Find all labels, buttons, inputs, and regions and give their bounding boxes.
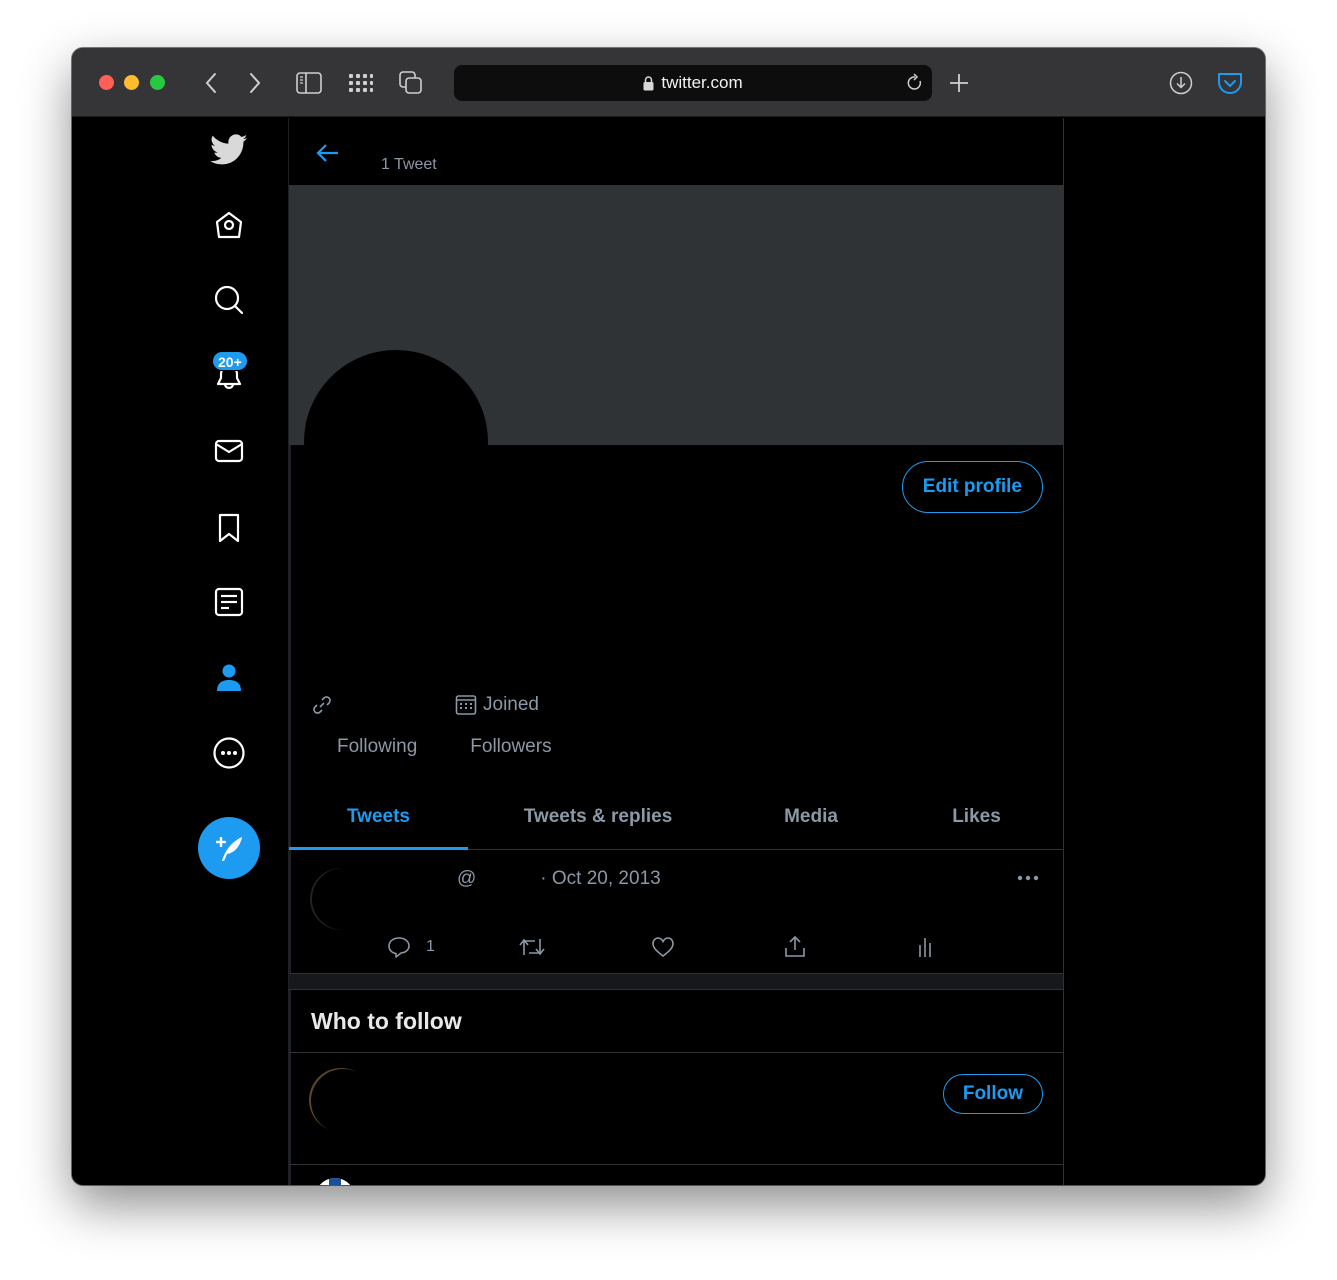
sidebar-item-lists[interactable] [207,580,251,624]
close-window-button[interactable] [99,75,114,90]
mail-icon [214,439,244,463]
sidebar-item-profile[interactable] [207,656,251,700]
heart-icon [652,937,674,958]
calendar-icon [455,695,477,715]
list-icon [214,587,244,617]
followers-link[interactable]: Followers [470,736,551,758]
sidebar-item-explore[interactable] [207,278,251,322]
retweet-button[interactable] [519,932,545,962]
browser-toolbar: twitter.com [72,48,1265,117]
analytics-button[interactable] [915,932,935,962]
minimize-window-button[interactable] [124,75,139,90]
chevron-right-icon [250,73,261,93]
tab-overview-button[interactable] [346,68,376,98]
bookmark-icon [218,513,240,543]
suggested-user-avatar[interactable] [315,1178,355,1185]
chevron-left-icon [205,73,216,93]
link-icon [313,696,331,714]
arrow-left-icon [316,144,338,162]
edit-profile-button[interactable]: Edit profile [901,461,1043,513]
plus-icon [950,74,968,92]
profile-header: 1 Tweet [289,118,1063,185]
back-arrow-button[interactable] [311,136,345,170]
sidebar-icon [296,72,322,94]
joined-date: Joined [455,694,539,716]
tabs-icon [399,71,422,94]
who-to-follow-title: Who to follow [311,1008,462,1034]
tweet-date[interactable]: · Oct 20, 2013 [540,868,660,890]
profile-column: 1 Tweet Edit profile Joined Following Fo… [288,118,1064,1185]
sidebar-nav: 20+ [72,118,288,1185]
profile-tabs: Tweets Tweets & replies Media Likes [289,784,1063,850]
tab-likes[interactable]: Likes [894,784,1059,849]
tweet-header: @ · Oct 20, 2013 [387,868,661,890]
pocket-button[interactable] [1215,68,1245,98]
grid-icon [349,74,373,92]
sidebar-toggle-button[interactable] [294,68,324,98]
tab-tweets[interactable]: Tweets [289,784,468,850]
maximize-window-button[interactable] [150,75,165,90]
notifications-badge: 20+ [212,351,248,371]
url-text: twitter.com [661,73,743,92]
twitter-bird-icon [210,134,248,165]
reply-count: 1 [426,938,435,955]
pocket-icon [1218,73,1242,94]
feather-plus-icon [216,837,242,861]
tweet[interactable]: @ · Oct 20, 2013 1 [289,850,1063,973]
sidebar-item-home[interactable] [207,203,251,247]
share-icon [785,935,805,957]
forward-button[interactable] [240,68,270,98]
more-horizontal-icon [1017,875,1039,881]
tab-tweets-and-replies[interactable]: Tweets & replies [468,784,728,849]
follow-stats: Following Followers [311,736,552,758]
reply-button[interactable]: 1 [387,932,435,962]
tweet-avatar[interactable] [310,868,372,930]
section-divider [289,973,1063,990]
reply-icon [388,937,410,958]
tweet-handle[interactable]: @ [457,868,476,890]
tabs-button[interactable] [396,68,426,98]
sidebar-item-bookmarks[interactable] [207,506,251,550]
suggested-user-avatar[interactable] [309,1068,373,1132]
divider [289,1164,1063,1165]
sidebar-item-twitter-logo[interactable] [207,128,251,172]
share-button[interactable] [783,932,807,962]
tweet-actions: 1 [387,932,987,962]
reload-button[interactable] [906,73,924,98]
followers-label: Followers [470,736,552,757]
search-icon [214,285,244,315]
reload-icon [907,73,922,90]
tweet-count: 1 Tweet [381,156,437,173]
profile-meta: Joined [311,694,539,716]
downloads-button[interactable] [1166,68,1196,98]
website-link[interactable] [311,694,333,716]
home-icon [215,211,243,239]
compose-tweet-button[interactable] [198,817,260,879]
browser-window: twitter.com 20+ 1 Tweet Edit profile Joi… [72,48,1265,1185]
tweet-more-button[interactable] [1013,866,1043,890]
following-link[interactable]: Following [337,736,417,758]
sidebar-item-more[interactable] [207,731,251,775]
joined-label: Joined [483,694,539,715]
more-circle-icon [213,737,245,769]
twitter-page: 20+ 1 Tweet Edit profile Joined Followin… [72,118,1265,1185]
profile-avatar[interactable] [304,350,488,534]
new-tab-button[interactable] [944,68,974,98]
profile-icon [217,664,241,691]
like-button[interactable] [651,932,675,962]
address-bar[interactable]: twitter.com [454,65,932,101]
following-label: Following [337,736,418,757]
follow-button[interactable]: Follow [942,1074,1043,1114]
who-to-follow-item[interactable]: Follow [289,1053,1063,1164]
tab-media[interactable]: Media [728,784,894,849]
retweet-icon [519,938,545,956]
back-button[interactable] [196,68,226,98]
sidebar-item-messages[interactable] [207,429,251,473]
lock-icon [643,75,654,91]
analytics-icon [919,938,931,957]
download-icon [1169,71,1193,95]
